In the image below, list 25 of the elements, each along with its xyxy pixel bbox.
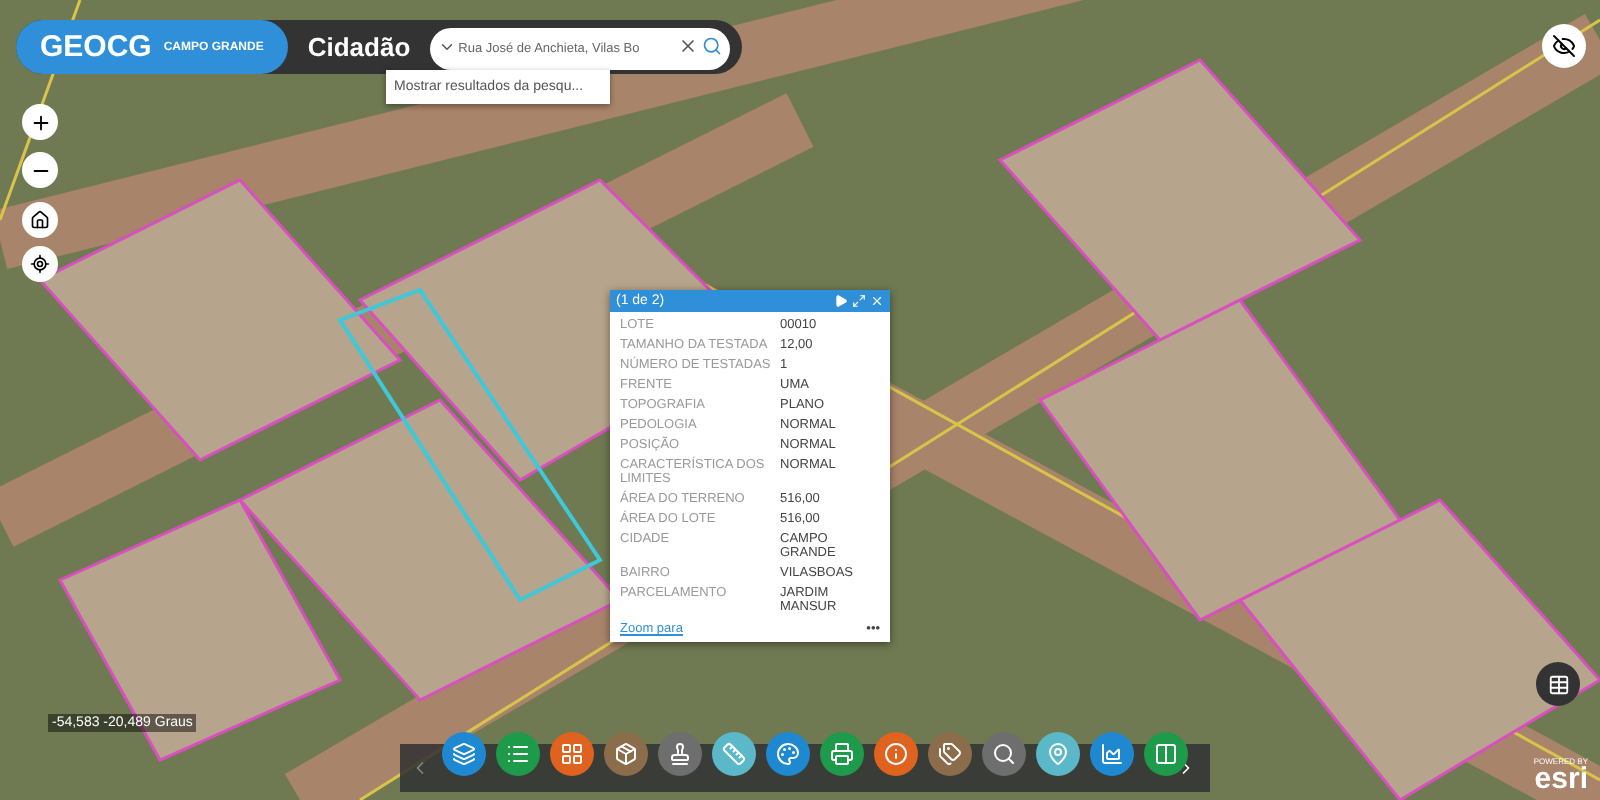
map-pin-icon: [1046, 742, 1070, 766]
stamp-icon: [668, 742, 692, 766]
crosshair-icon: [30, 254, 50, 274]
ruler-icon: [722, 742, 746, 766]
close-icon[interactable]: [870, 294, 884, 308]
plus-icon: [29, 111, 51, 133]
table-icon: [1547, 673, 1569, 695]
area-chart-icon: [1100, 742, 1124, 766]
grid-icon: [560, 742, 584, 766]
app-title: Cidadão: [307, 32, 411, 62]
box-icon: [614, 742, 638, 766]
columns-icon: [1154, 742, 1178, 766]
search-icon: [992, 742, 1016, 766]
next-icon[interactable]: [834, 294, 848, 308]
home-icon: [30, 210, 50, 230]
palette-icon: [776, 742, 800, 766]
printer-icon: [830, 742, 854, 766]
layers-icon: [452, 742, 476, 766]
hidden-eye-icon: [1552, 34, 1576, 58]
clear-icon[interactable]: [678, 36, 699, 56]
maximize-icon[interactable]: [852, 294, 866, 308]
tag-icon: [938, 742, 962, 766]
caret-icon[interactable]: [438, 38, 457, 56]
info-icon: [884, 742, 908, 766]
search-icon[interactable]: [702, 36, 723, 56]
